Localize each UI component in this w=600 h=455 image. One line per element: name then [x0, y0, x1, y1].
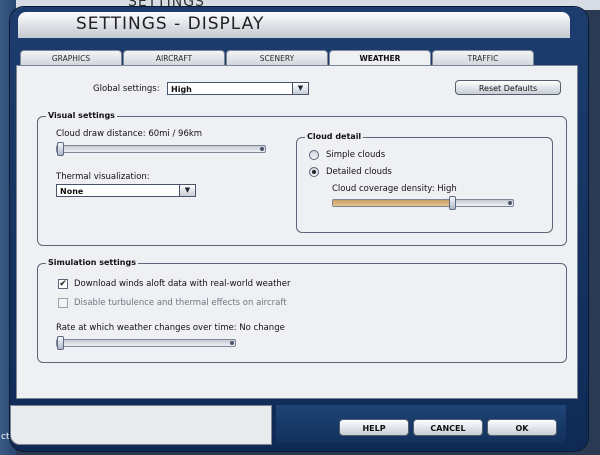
title-bar: SETTINGS - DISPLAY — [18, 12, 570, 38]
weather-panel: Global settings: High ▼ Reset Defaults V… — [16, 65, 578, 399]
global-settings-label: Global settings: — [93, 84, 160, 94]
reset-defaults-button[interactable]: Reset Defaults — [455, 80, 561, 95]
cloud-coverage-fill — [333, 200, 452, 206]
download-winds-checkbox[interactable]: ✔ — [58, 279, 68, 289]
cloud-coverage-thumb[interactable] — [449, 196, 456, 210]
dialog-title: SETTINGS - DISPLAY — [76, 14, 265, 34]
cloud-coverage-label: Cloud coverage density: High — [332, 184, 457, 194]
slider-end-dot-icon — [230, 341, 234, 345]
chevron-down-icon: ▼ — [292, 83, 308, 94]
thermal-visualization-value: None — [60, 187, 84, 196]
cloud-coverage-slider[interactable] — [332, 196, 514, 210]
weather-change-rate-thumb[interactable] — [57, 336, 64, 350]
simulation-settings-title: Simulation settings — [46, 258, 138, 267]
thermal-visualization-label: Thermal visualization: — [56, 172, 150, 182]
tab-scenery[interactable]: SCENERY — [226, 50, 328, 66]
visual-settings-group: Visual settings Cloud draw distance: 60m… — [37, 111, 567, 246]
cancel-button[interactable]: CANCEL — [413, 419, 483, 436]
simulation-settings-group: Simulation settings ✔ Download winds alo… — [37, 258, 567, 363]
cloud-draw-distance-thumb[interactable] — [57, 142, 64, 156]
global-settings-value: High — [171, 85, 192, 94]
tab-graphics[interactable]: GRAPHICS — [20, 50, 122, 66]
weather-change-rate-label: Rate at which weather changes over time:… — [56, 323, 285, 333]
checkmark-icon: ✔ — [59, 279, 67, 289]
help-button[interactable]: HELP — [339, 419, 409, 436]
simple-clouds-label[interactable]: Simple clouds — [326, 150, 385, 160]
cloud-detail-group: Cloud detail Simple clouds Detailed clou… — [296, 132, 553, 233]
simple-clouds-radio[interactable] — [309, 150, 319, 160]
tab-aircraft[interactable]: AIRCRAFT — [123, 50, 225, 66]
chevron-down-icon: ▼ — [179, 185, 195, 196]
cloud-draw-distance-slider[interactable] — [56, 142, 266, 156]
cloud-draw-distance-label: Cloud draw distance: 60mi / 96km — [56, 129, 203, 139]
tab-traffic[interactable]: TRAFFIC — [432, 50, 534, 66]
disable-turbulence-checkbox[interactable] — [58, 298, 68, 308]
slider-end-dot-icon — [260, 147, 264, 151]
detailed-clouds-radio[interactable] — [309, 167, 319, 177]
visual-settings-title: Visual settings — [46, 111, 117, 120]
disable-turbulence-label[interactable]: Disable turbulence and thermal effects o… — [74, 298, 287, 308]
download-winds-label[interactable]: Download winds aloft data with real-worl… — [74, 279, 291, 289]
thermal-visualization-select[interactable]: None ▼ — [56, 184, 196, 197]
detailed-clouds-label[interactable]: Detailed clouds — [326, 167, 392, 177]
weather-change-rate-slider[interactable] — [56, 336, 236, 350]
global-settings-select[interactable]: High ▼ — [167, 82, 309, 95]
slider-end-dot-icon — [508, 201, 512, 205]
ok-button[interactable]: OK — [487, 419, 557, 436]
cloud-detail-title: Cloud detail — [305, 132, 364, 141]
bottom-info-area — [10, 405, 272, 445]
